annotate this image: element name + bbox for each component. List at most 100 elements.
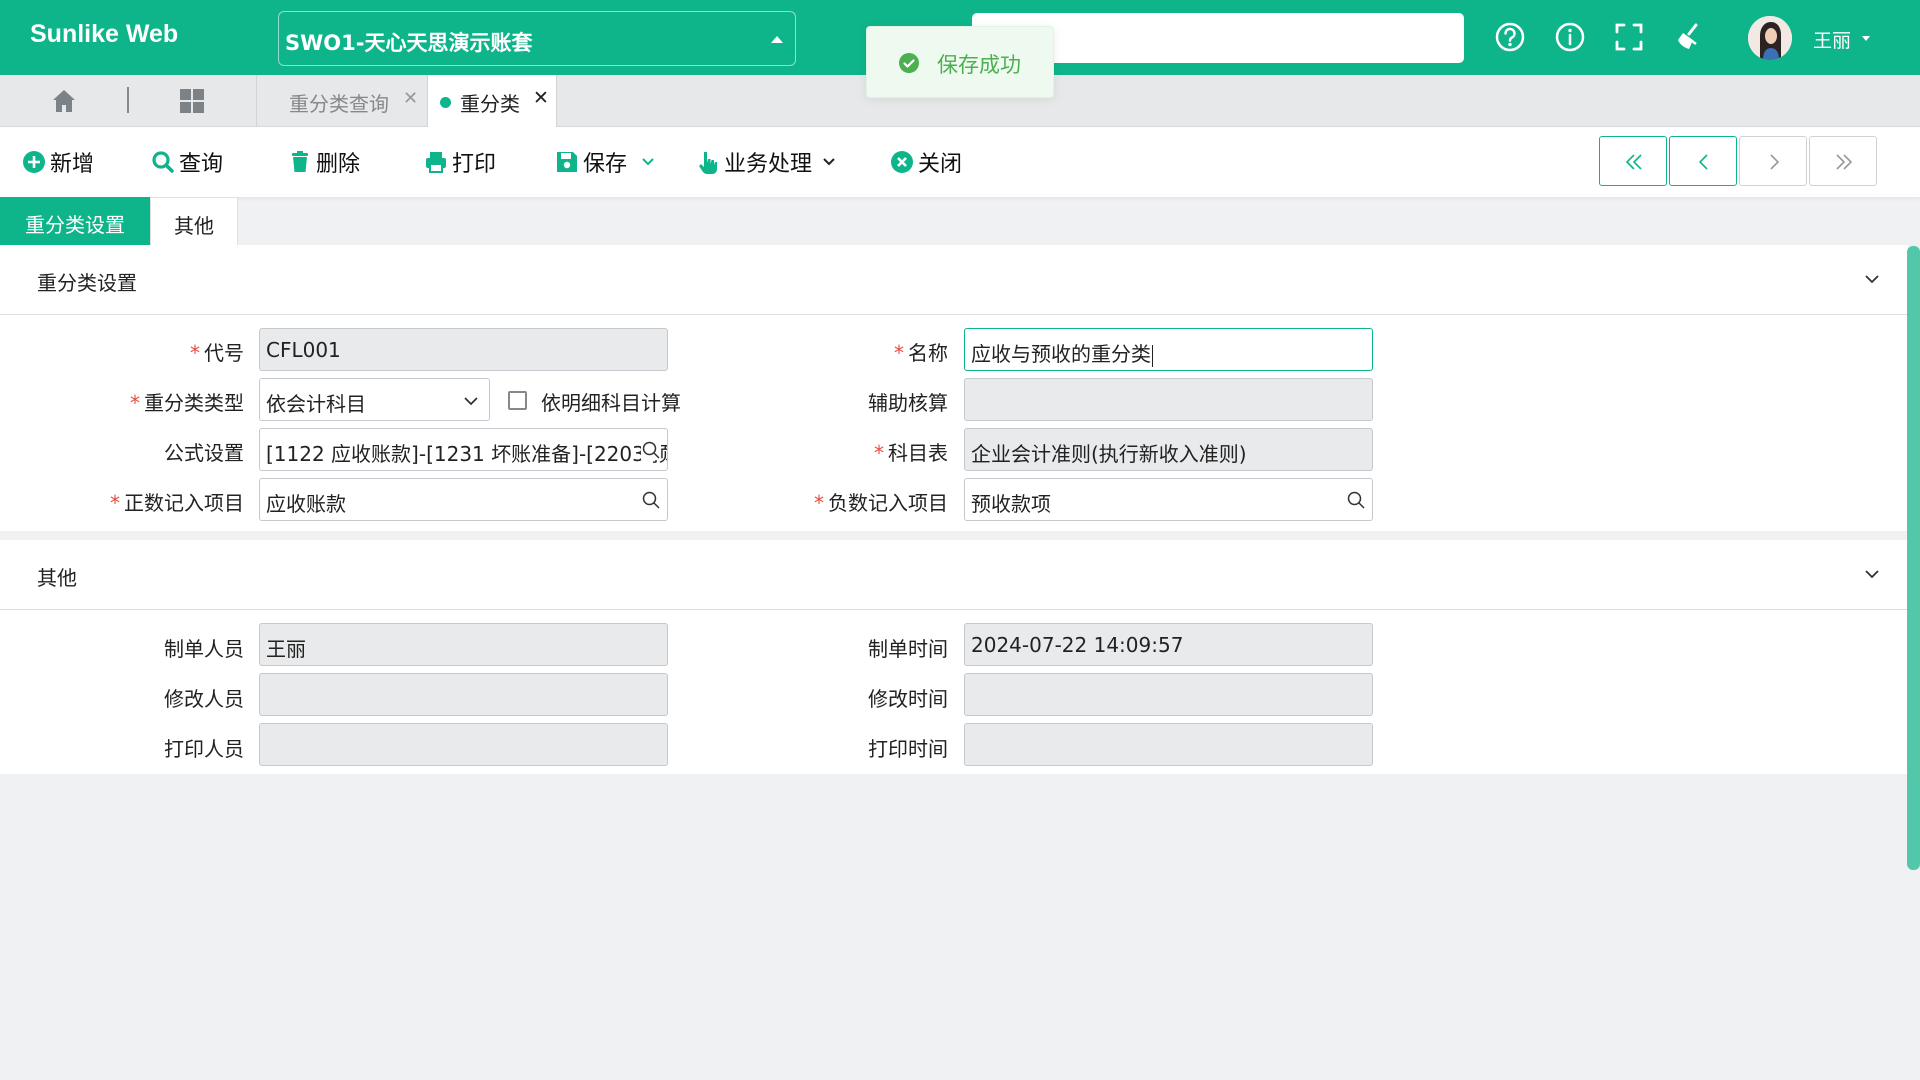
created-time-label: 制单时间 [868, 637, 948, 661]
first-record-button[interactable] [1599, 136, 1667, 186]
aux-label: 辅助核算 [868, 391, 948, 415]
settings-section-header[interactable]: 重分类设置 [0, 245, 1908, 315]
form-tab-other[interactable]: 其他 [150, 197, 238, 245]
code-label: * 代号 [190, 341, 244, 365]
app-grid-icon[interactable] [178, 87, 206, 115]
close-label: 关闭 [918, 152, 963, 177]
reclass-type-select[interactable]: 依会计科目 [259, 378, 490, 421]
chevron-left-icon [1698, 154, 1708, 170]
created-time-field[interactable]: 2024-07-22 14:09:57 [964, 623, 1373, 666]
search-icon [151, 150, 175, 174]
tab-separator [127, 87, 129, 113]
code-field[interactable]: CFL001 [259, 328, 668, 371]
form-tab-label: 其他 [174, 214, 214, 238]
floppy-disk-icon [555, 150, 579, 174]
help-icon[interactable] [1494, 21, 1526, 53]
reclass-type-label: * 重分类类型 [130, 391, 244, 415]
close-tab-icon[interactable]: ✕ [403, 88, 418, 109]
tab-reclass[interactable]: 重分类 ✕ [427, 75, 557, 127]
chevron-down-icon[interactable] [822, 155, 836, 169]
search-icon[interactable] [641, 440, 661, 460]
query-button[interactable]: 查询 [151, 147, 223, 177]
business-process-button[interactable]: 业务处理 [696, 147, 836, 177]
printer-icon [424, 150, 448, 174]
delete-button[interactable]: 删除 [288, 147, 360, 177]
account-label: SWO1-天心天思演示账套 [285, 31, 533, 55]
fullscreen-icon[interactable] [1613, 21, 1645, 53]
search-icon[interactable] [1346, 490, 1366, 510]
user-name[interactable]: 王丽 [1813, 26, 1851, 53]
chevron-down-icon [464, 397, 478, 406]
modified-time-label: 修改时间 [868, 687, 948, 711]
tab-reclass-query[interactable]: 重分类查询 ✕ [256, 75, 426, 127]
printer-label: 打印人员 [164, 737, 244, 761]
close-button[interactable]: 关闭 [890, 147, 962, 177]
prev-record-button[interactable] [1669, 136, 1737, 186]
positive-item-label: * 正数记入项目 [110, 491, 244, 515]
other-section-header[interactable]: 其他 [0, 540, 1908, 610]
formula-label: 公式设置 [164, 441, 244, 465]
chart-label: * 科目表 [874, 441, 948, 465]
printed-time-label: 打印时间 [868, 737, 948, 761]
detail-calc-checkbox[interactable] [508, 391, 527, 410]
delete-label: 删除 [316, 152, 361, 177]
other-section: 其他 制单人员 王丽 制单时间 2024-07-22 14:09:57 修改人员… [0, 540, 1908, 774]
tab-label: 重分类查询 [289, 92, 389, 116]
section-title: 其他 [37, 566, 77, 590]
creator-label: 制单人员 [164, 637, 244, 661]
close-circle-icon [890, 150, 914, 174]
settings-section: 重分类设置 * 代号 CFL001 * 名称 应收与预收的重分类 * 重分类类型 依会… [0, 245, 1908, 531]
toast-message: 保存成功 [937, 53, 1021, 77]
save-label: 保存 [583, 152, 628, 177]
modifier-label: 修改人员 [164, 687, 244, 711]
business-label: 业务处理 [724, 152, 813, 177]
plus-circle-icon [22, 150, 46, 174]
print-button[interactable]: 打印 [424, 147, 496, 177]
double-chevron-left-icon [1625, 154, 1642, 170]
save-success-toast: 保存成功 [866, 26, 1054, 98]
clear-cache-icon[interactable] [1674, 21, 1706, 53]
print-label: 打印 [452, 152, 497, 177]
formula-field[interactable]: [1122 应收账款]-[1231 坏账准备]-[2203 预收账款] [259, 428, 668, 471]
chevron-down-icon[interactable] [1864, 566, 1880, 582]
info-icon[interactable] [1554, 21, 1586, 53]
form-tab-label: 重分类设置 [25, 213, 125, 237]
form-tab-settings[interactable]: 重分类设置 [0, 197, 150, 245]
next-record-button[interactable] [1739, 136, 1807, 186]
printed-time-field[interactable] [964, 723, 1373, 766]
user-avatar[interactable] [1748, 16, 1792, 60]
negative-item-label: * 负数记入项目 [814, 491, 948, 515]
check-circle-icon [899, 53, 919, 73]
name-field[interactable]: 应收与预收的重分类 [964, 328, 1373, 371]
home-icon[interactable] [50, 87, 78, 115]
chevron-right-icon [1770, 154, 1780, 170]
printer-field[interactable] [259, 723, 668, 766]
close-tab-icon[interactable]: ✕ [533, 87, 549, 109]
section-title: 重分类设置 [37, 271, 137, 295]
last-record-button[interactable] [1809, 136, 1877, 186]
user-menu-caret-icon[interactable] [1862, 36, 1870, 41]
trash-icon [288, 150, 312, 174]
chevron-down-icon[interactable] [1864, 271, 1880, 287]
action-toolbar: 新增 查询 删除 打印 保存 业务处理 关闭 [0, 127, 1920, 197]
account-selector[interactable]: SWO1-天心天思演示账套 [278, 11, 796, 66]
chart-field[interactable]: 企业会计准则(执行新收入准则) [964, 428, 1373, 471]
search-icon[interactable] [641, 490, 661, 510]
active-dot-icon [440, 97, 451, 108]
positive-item-field[interactable]: 应收账款 [259, 478, 668, 521]
brand-logo: Sunlike Web [30, 20, 179, 48]
vertical-scrollbar[interactable] [1907, 246, 1920, 870]
double-chevron-right-icon [1836, 154, 1853, 170]
add-button[interactable]: 新增 [22, 147, 94, 177]
modified-time-field[interactable] [964, 673, 1373, 716]
tab-label: 重分类 [460, 92, 520, 116]
chevron-down-icon[interactable] [641, 155, 655, 169]
modifier-field[interactable] [259, 673, 668, 716]
detail-calc-label: 依明细科目计算 [541, 391, 681, 415]
query-label: 查询 [179, 152, 224, 177]
hand-pointer-icon [696, 150, 720, 174]
save-button[interactable]: 保存 [555, 147, 655, 177]
aux-field[interactable] [964, 378, 1373, 421]
creator-field[interactable]: 王丽 [259, 623, 668, 666]
negative-item-field[interactable]: 预收款项 [964, 478, 1373, 521]
